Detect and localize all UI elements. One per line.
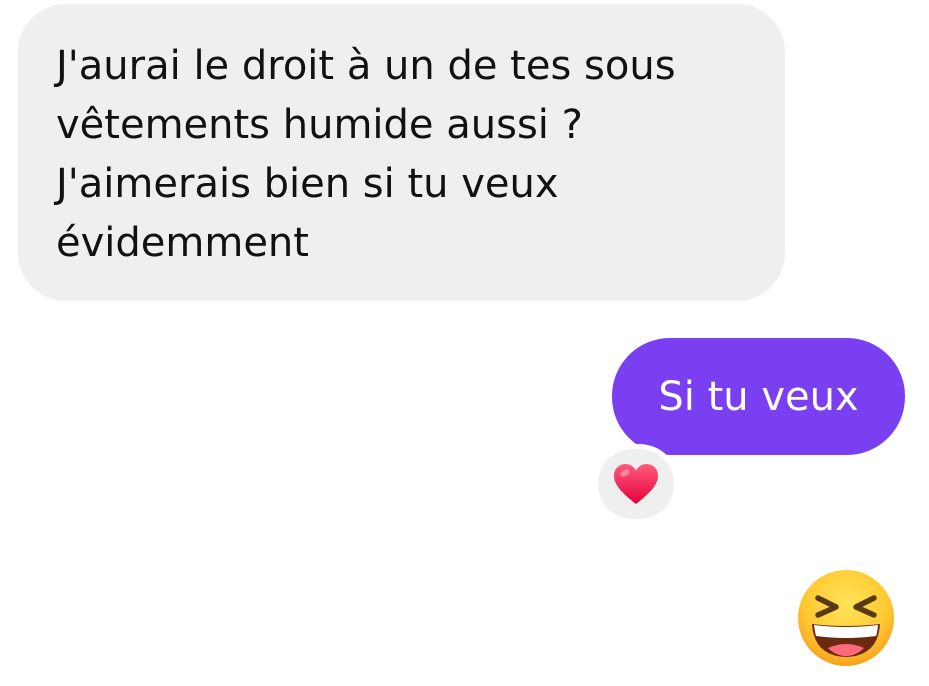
received-message-bubble[interactable]: J'aurai le droit à un de tes sous vêteme… <box>18 4 785 301</box>
emoji-message[interactable] <box>796 568 896 668</box>
received-message-line: J'aimerais bien si tu veux <box>56 161 559 207</box>
red-heart-icon <box>614 464 658 504</box>
message-reaction[interactable] <box>593 444 679 524</box>
received-message-line: évidemment <box>56 220 309 266</box>
grinning-squinting-face-icon <box>798 570 894 666</box>
received-message-line: J'aurai le droit à un de tes sous <box>56 43 676 89</box>
sent-message-text: Si tu veux <box>658 373 859 420</box>
sent-message-bubble[interactable]: Si tu veux <box>612 338 905 455</box>
received-message-line: vêtements humide aussi ? <box>56 102 583 148</box>
